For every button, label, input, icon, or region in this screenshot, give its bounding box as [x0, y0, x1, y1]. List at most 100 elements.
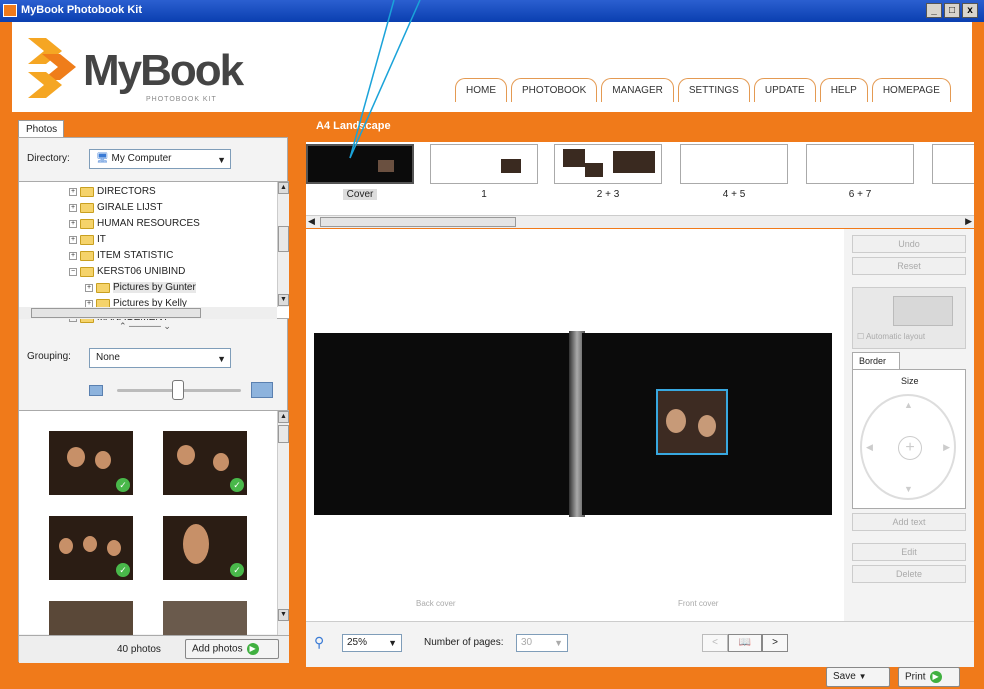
photo-thumbnail[interactable]: [163, 601, 247, 635]
photo-count: 40 photos: [117, 644, 161, 655]
nav-tab-help[interactable]: HELP: [819, 78, 868, 102]
directory-value: My Computer: [111, 153, 172, 164]
folder-icon: [80, 250, 94, 261]
print-button[interactable]: Print ▶: [898, 667, 960, 687]
photo-grid: ✓ ✓ ✓ ✓ ▲ ▼: [19, 410, 289, 635]
page-strip-scrollbar[interactable]: ◀ ▶: [306, 215, 974, 228]
edit-button[interactable]: Edit: [852, 543, 966, 561]
automatic-layout-checkbox[interactable]: ☐ Automatic layout: [857, 332, 925, 341]
chevron-down-icon: ▼: [858, 672, 867, 681]
scroll-thumb[interactable]: [31, 308, 201, 318]
action-bar: Save ▼ Print ▶: [0, 667, 984, 689]
tree-scrollbar[interactable]: ▲ ▼: [277, 182, 289, 307]
minimize-button[interactable]: _: [926, 3, 942, 18]
undo-button[interactable]: Undo: [852, 235, 966, 253]
arrow-down-icon[interactable]: ▼: [904, 484, 913, 494]
scroll-left-icon[interactable]: ◀: [308, 216, 315, 227]
tree-item[interactable]: − KERST06 UNIBIND: [69, 266, 185, 277]
cover-photo[interactable]: [656, 389, 728, 455]
tree-hscrollbar[interactable]: [19, 307, 277, 319]
next-page-button[interactable]: >: [762, 634, 788, 652]
zoom-icon: ⚲: [314, 634, 325, 650]
border-panel: Size ▲ ◀ + ▶ ▼: [852, 369, 966, 509]
app-icon: [3, 4, 17, 17]
delete-button[interactable]: Delete: [852, 565, 966, 583]
tree-item[interactable]: + GIRALE LIJST: [69, 202, 163, 213]
size-dial[interactable]: ▲ ◀ + ▶ ▼: [860, 394, 956, 500]
tree-item[interactable]: + HUMAN RESOURCES: [69, 218, 200, 229]
folder-open-icon: [80, 266, 94, 277]
directory-select[interactable]: 🖥 My Computer ▼: [89, 149, 231, 169]
scroll-thumb[interactable]: [278, 425, 289, 443]
page-thumb-2-3[interactable]: [554, 144, 662, 184]
grouping-select[interactable]: None ▼: [89, 348, 231, 368]
nav-tab-update[interactable]: UPDATE: [753, 78, 816, 102]
splitter-grip[interactable]: ⌃ ───── ⌄: [119, 321, 171, 332]
photo-thumbnail[interactable]: [49, 601, 133, 635]
expand-icon[interactable]: +: [69, 203, 77, 212]
logo-brand: MyBook: [83, 46, 244, 95]
expand-icon[interactable]: +: [69, 251, 77, 260]
reset-button[interactable]: Reset: [852, 257, 966, 275]
photo-grid-scrollbar[interactable]: ▲ ▼: [277, 411, 289, 635]
page-label: 2 + 3: [596, 189, 620, 200]
zoom-select[interactable]: 25% ▼: [342, 634, 402, 652]
small-thumbnail-icon: [89, 385, 103, 396]
tab-photos[interactable]: Photos: [18, 120, 64, 138]
nav-tab-settings[interactable]: SETTINGS: [677, 78, 750, 102]
thumbnail-size-slider[interactable]: [89, 378, 279, 404]
page-thumb-next[interactable]: [932, 144, 974, 184]
close-button[interactable]: x: [962, 3, 978, 18]
scroll-down-icon[interactable]: ▼: [278, 294, 289, 306]
scroll-thumb[interactable]: [320, 217, 516, 227]
page-thumb-6-7[interactable]: [806, 144, 914, 184]
editor-bottom-bar: ⚲ 25% ▼ Number of pages: 30 ▼ < 📖 >: [306, 621, 974, 667]
expand-icon[interactable]: +: [69, 235, 77, 244]
scroll-right-icon[interactable]: ▶: [965, 216, 972, 227]
add-text-button[interactable]: Add text: [852, 513, 966, 531]
scroll-thumb[interactable]: [278, 226, 289, 252]
scroll-down-icon[interactable]: ▼: [278, 609, 289, 621]
chevron-down-icon: ▼: [217, 354, 226, 364]
tree-item[interactable]: + ITEM STATISTIC: [69, 250, 173, 261]
photo-thumbnail[interactable]: ✓: [163, 431, 247, 495]
tree-item[interactable]: + DIRECTORS: [69, 186, 156, 197]
open-book-icon[interactable]: 📖: [728, 634, 762, 652]
save-button[interactable]: Save ▼: [826, 667, 890, 687]
folder-icon: [80, 234, 94, 245]
pages-select[interactable]: 30 ▼: [516, 634, 568, 652]
tree-item[interactable]: + IT: [69, 234, 106, 245]
expand-icon[interactable]: +: [69, 219, 77, 228]
photo-thumbnail[interactable]: ✓: [49, 516, 133, 580]
logo-tagline: PHOTOBOOK KIT: [146, 96, 217, 103]
arrow-up-icon[interactable]: ▲: [904, 400, 913, 410]
chevron-down-icon: ▼: [388, 638, 397, 648]
expand-icon[interactable]: +: [69, 187, 77, 196]
page-thumb-4-5[interactable]: [680, 144, 788, 184]
expand-icon[interactable]: +: [85, 283, 93, 292]
scroll-up-icon[interactable]: ▲: [278, 182, 289, 194]
nav-tab-homepage[interactable]: HOMEPAGE: [871, 78, 951, 102]
nav-tab-manager[interactable]: MANAGER: [601, 78, 674, 102]
arrow-left-icon[interactable]: ◀: [866, 442, 873, 453]
collapse-icon[interactable]: −: [69, 267, 77, 276]
add-photos-button[interactable]: Add photos ▶: [185, 639, 279, 659]
nav-tab-photobook[interactable]: PHOTOBOOK: [511, 78, 598, 102]
plus-icon[interactable]: +: [898, 436, 922, 460]
logo-chevron-icon: [28, 72, 62, 98]
main-nav: HOME PHOTOBOOK MANAGER SETTINGS UPDATE H…: [455, 78, 951, 102]
tree-item[interactable]: + Pictures by Gunter: [85, 282, 196, 293]
back-cover-page[interactable]: [314, 333, 571, 515]
photo-thumbnail[interactable]: ✓: [163, 516, 247, 580]
maximize-button[interactable]: □: [944, 3, 960, 18]
mybook-logo: MyBook PHOTOBOOK KIT: [28, 34, 244, 104]
prev-page-button[interactable]: <: [702, 634, 728, 652]
nav-tab-home[interactable]: HOME: [455, 78, 507, 102]
scroll-up-icon[interactable]: ▲: [278, 411, 289, 423]
slider-knob[interactable]: [172, 380, 184, 400]
checkmark-icon: ✓: [116, 478, 130, 492]
page-thumb-1[interactable]: [430, 144, 538, 184]
arrow-right-icon[interactable]: ▶: [943, 442, 950, 453]
tab-border[interactable]: Border: [852, 352, 900, 370]
photo-thumbnail[interactable]: ✓: [49, 431, 133, 495]
